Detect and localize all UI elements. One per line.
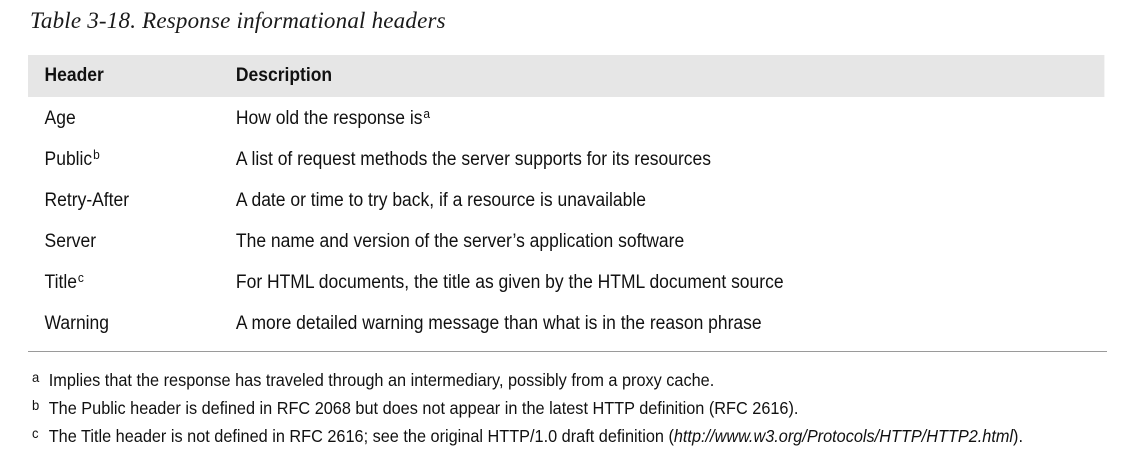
- column-header-description: Description: [235, 65, 333, 86]
- table-row: Titlec For HTML documents, the title as …: [28, 261, 1104, 302]
- footnote: b The Public header is defined in RFC 20…: [32, 394, 1120, 422]
- footnotes: a Implies that the response has traveled…: [32, 366, 1122, 450]
- table-row: Age How old the response isa: [28, 97, 1104, 138]
- column-header-header: Header: [44, 65, 104, 86]
- footnote-text: Implies that the response has traveled t…: [48, 369, 715, 390]
- header-name: Server: [44, 230, 97, 252]
- footnote-mark: b: [32, 397, 40, 413]
- footnote-text: The Title header is not defined in RFC 2…: [48, 425, 674, 446]
- table-row: Retry-After A date or time to try back, …: [28, 179, 1104, 220]
- footnote-ref: a: [423, 105, 431, 121]
- header-name-cell: Retry-After: [28, 188, 236, 212]
- header-name-cell: Server: [28, 229, 236, 253]
- description-text: For HTML documents, the title as given b…: [235, 271, 784, 293]
- table-row: Warning A more detailed warning message …: [28, 302, 1104, 343]
- response-headers-table: Header Description Age How old the respo…: [28, 55, 1107, 352]
- description-text: A more detailed warning message than wha…: [235, 312, 762, 334]
- description-cell: The name and version of the server’s app…: [236, 229, 1104, 253]
- footnote-mark: a: [32, 369, 40, 385]
- header-name-cell: Age: [28, 106, 236, 130]
- table-row: Publicb A list of request methods the se…: [28, 138, 1104, 179]
- footnote-ref: b: [93, 146, 100, 162]
- description-cell: For HTML documents, the title as given b…: [236, 270, 1104, 294]
- description-cell: A list of request methods the server sup…: [236, 147, 1104, 171]
- footnote-text-tail: ).: [1013, 425, 1023, 446]
- header-name-cell: Titlec: [28, 270, 236, 294]
- description-text: How old the response is: [235, 107, 423, 129]
- header-name: Age: [44, 107, 76, 129]
- header-name: Warning: [44, 312, 110, 334]
- header-name-cell: Warning: [28, 311, 236, 335]
- footnote-url: http://www.w3.org/Protocols/HTTP/HTTP2.h…: [673, 425, 1014, 446]
- description-text: A list of request methods the server sup…: [235, 148, 712, 170]
- description-text: The name and version of the server’s app…: [235, 230, 685, 252]
- description-text: A date or time to try back, if a resourc…: [235, 189, 646, 211]
- table-header-row: Header Description: [28, 55, 1105, 97]
- footnote-text: The Public header is defined in RFC 2068…: [48, 397, 799, 418]
- header-name: Title: [44, 271, 77, 293]
- header-name: Public: [44, 148, 93, 170]
- header-name: Retry-After: [44, 189, 130, 211]
- header-name-cell: Publicb: [28, 147, 236, 171]
- table-caption: Table 3-18. Response informational heade…: [30, 8, 446, 33]
- description-cell: A more detailed warning message than wha…: [236, 311, 1104, 335]
- footnote-ref: c: [77, 269, 84, 285]
- description-cell: A date or time to try back, if a resourc…: [236, 188, 1104, 212]
- table-row: Server The name and version of the serve…: [28, 220, 1104, 261]
- footnote: c The Title header is not defined in RFC…: [32, 422, 1120, 450]
- footnote: a Implies that the response has traveled…: [32, 366, 1120, 394]
- description-cell: How old the response isa: [236, 106, 1104, 130]
- footnote-mark: c: [32, 425, 39, 441]
